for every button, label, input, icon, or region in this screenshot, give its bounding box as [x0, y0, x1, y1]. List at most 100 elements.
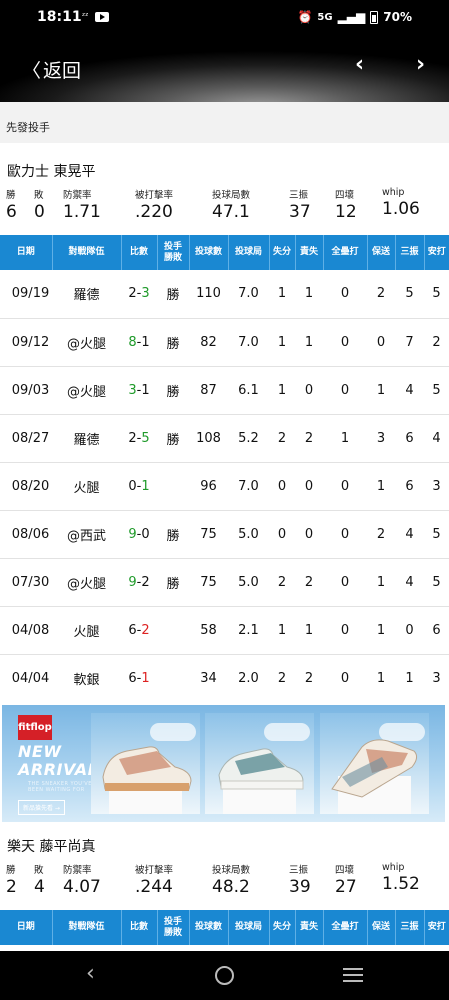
alarm-icon: ⏰	[297, 10, 313, 24]
cell-walks: 3	[367, 414, 395, 463]
cell-innings: 2.1	[228, 606, 269, 655]
cell-score: 6-2	[121, 606, 157, 655]
cell-pitches: 75	[189, 510, 228, 559]
cell-decision	[157, 462, 189, 511]
stat-label: 四壞	[335, 865, 355, 876]
stat-value: .220	[135, 202, 173, 222]
content-area: 先發投手 歐力士 東晃平 勝6 敗0 防禦率 1.71 被打擊率 .220 投球局數…	[0, 102, 449, 951]
status-right: ⏰ 5G ▂▄▆ 70%	[297, 10, 412, 24]
stat-value: 2	[6, 877, 17, 897]
ad-banner[interactable]: fitflop NEW ARRIVALS THE SNEAKER YOU'VE …	[0, 702, 449, 825]
cell-strikeouts: 6	[395, 462, 424, 511]
cell-innings: 5.2	[228, 414, 269, 463]
cell-runs: 2	[269, 414, 295, 463]
stat-wins: 勝2	[6, 862, 17, 897]
col-header: 安打	[424, 235, 449, 270]
stat-value: 4	[34, 877, 45, 897]
cell-earned-runs: 0	[295, 366, 323, 415]
col-header: 保送	[367, 235, 396, 270]
stat-label: 投球局數	[212, 865, 251, 876]
table-row: 09/12 @火腿 8-1 勝 82 7.0 1 1 0 0 7 2	[0, 318, 449, 367]
cell-hits: 5	[424, 366, 449, 415]
cell-innings: 5.0	[228, 558, 269, 607]
cell-earned-runs: 2	[295, 558, 323, 607]
stat-losses: 敗0	[34, 187, 45, 222]
stat-label: 防禦率	[63, 190, 92, 201]
cell-runs: 1	[269, 366, 295, 415]
signal-icon: ▂▄▆	[337, 10, 366, 24]
pitcher-card: 歐力士 東晃平 勝6 敗0 防禦率 1.71 被打擊率 .220 投球局數 47.1 …	[0, 143, 449, 235]
cell-homeruns: 1	[323, 414, 367, 463]
cell-homeruns: 0	[323, 558, 367, 607]
cell-opponent: @火腿	[52, 558, 121, 607]
stat-value: 1.71	[63, 202, 101, 222]
stat-value: 37	[289, 202, 311, 222]
cell-walks: 1	[367, 654, 395, 703]
cell-walks: 1	[367, 366, 395, 415]
col-header: 安打	[424, 910, 449, 945]
stat-value: 6	[6, 202, 17, 222]
game-log-table-2: 日期 對戰隊伍 比數 投手勝敗 投球數 投球局 失分 責失 全壘打 保送 三振 …	[0, 910, 449, 945]
cell-innings: 7.0	[228, 270, 269, 319]
cell-hits: 3	[424, 462, 449, 511]
cell-date: 08/20	[0, 462, 52, 511]
cell-score: 8-1	[121, 318, 157, 367]
cell-homeruns: 0	[323, 510, 367, 559]
cell-strikeouts: 5	[395, 270, 424, 319]
table-row: 09/19 羅德 2-3 勝 110 7.0 1 1 0 2 5 5	[0, 270, 449, 319]
stat-label: 被打擊率	[135, 190, 174, 201]
cell-innings: 2.0	[228, 654, 269, 703]
stat-label: 防禦率	[63, 865, 92, 876]
ad-subtitle: THE SNEAKER YOU'VE BEEN WAITING FOR	[28, 781, 92, 793]
cell-date: 08/27	[0, 414, 52, 463]
score-away: 1	[141, 670, 150, 686]
cell-pitches: 58	[189, 606, 228, 655]
nav-home-icon[interactable]	[215, 966, 234, 985]
pitcher-name: 樂天 藤平尚真	[7, 839, 96, 855]
cell-decision: 勝	[157, 366, 189, 415]
nav-back-icon[interactable]: ‹	[86, 961, 95, 986]
score-home: 8	[128, 334, 137, 350]
stat-strikeouts: 三振 37	[289, 187, 311, 222]
col-header: 投球數	[189, 910, 229, 945]
cell-innings: 7.0	[228, 462, 269, 511]
chevron-left-icon: 〈	[22, 60, 42, 82]
cell-innings: 6.1	[228, 366, 269, 415]
section-title: 先發投手	[0, 102, 449, 143]
col-header: 失分	[269, 235, 296, 270]
col-header: 保送	[367, 910, 396, 945]
table-row: 08/20 火腿 0-1 96 7.0 0 0 0 1 6 3	[0, 462, 449, 511]
cell-pitches: 82	[189, 318, 228, 367]
stat-losses: 敗4	[34, 862, 45, 897]
stat-value: 1.06	[382, 199, 420, 219]
cell-homeruns: 0	[323, 654, 367, 703]
app-header: 〈 返回 ‹ ›	[0, 36, 449, 102]
cell-pitches: 108	[189, 414, 228, 463]
score-home: 6	[128, 670, 137, 686]
col-header: 對戰隊伍	[52, 910, 122, 945]
ad-image[interactable]: fitflop NEW ARRIVALS THE SNEAKER YOU'VE …	[2, 705, 445, 822]
col-header: 責失	[295, 910, 324, 945]
stat-value: 47.1	[212, 202, 250, 222]
cell-hits: 3	[424, 654, 449, 703]
cell-score: 9-0	[121, 510, 157, 559]
cell-decision	[157, 606, 189, 655]
stat-baa: 被打擊率 .244	[135, 862, 173, 897]
next-arrow-icon[interactable]: ›	[416, 52, 425, 77]
cell-score: 0-1	[121, 462, 157, 511]
notification-small-icon: ᶻᶻ	[82, 12, 89, 22]
prev-arrow-icon[interactable]: ‹	[355, 52, 364, 77]
nav-recents-icon[interactable]	[343, 968, 363, 982]
stat-value: 1.52	[382, 874, 420, 894]
cell-earned-runs: 1	[295, 606, 323, 655]
cell-date: 04/08	[0, 606, 52, 655]
stat-era: 防禦率 1.71	[63, 187, 101, 222]
ad-cta-button[interactable]: 新品搶先看 →	[18, 800, 65, 815]
stat-walks: 四壞 12	[335, 187, 357, 222]
back-button[interactable]: 〈 返回	[22, 56, 81, 83]
col-header: 全壘打	[323, 910, 368, 945]
stat-label: 敗	[34, 865, 44, 876]
cell-walks: 2	[367, 270, 395, 319]
cell-earned-runs: 0	[295, 462, 323, 511]
stat-innings: 投球局數 48.2	[212, 862, 250, 897]
